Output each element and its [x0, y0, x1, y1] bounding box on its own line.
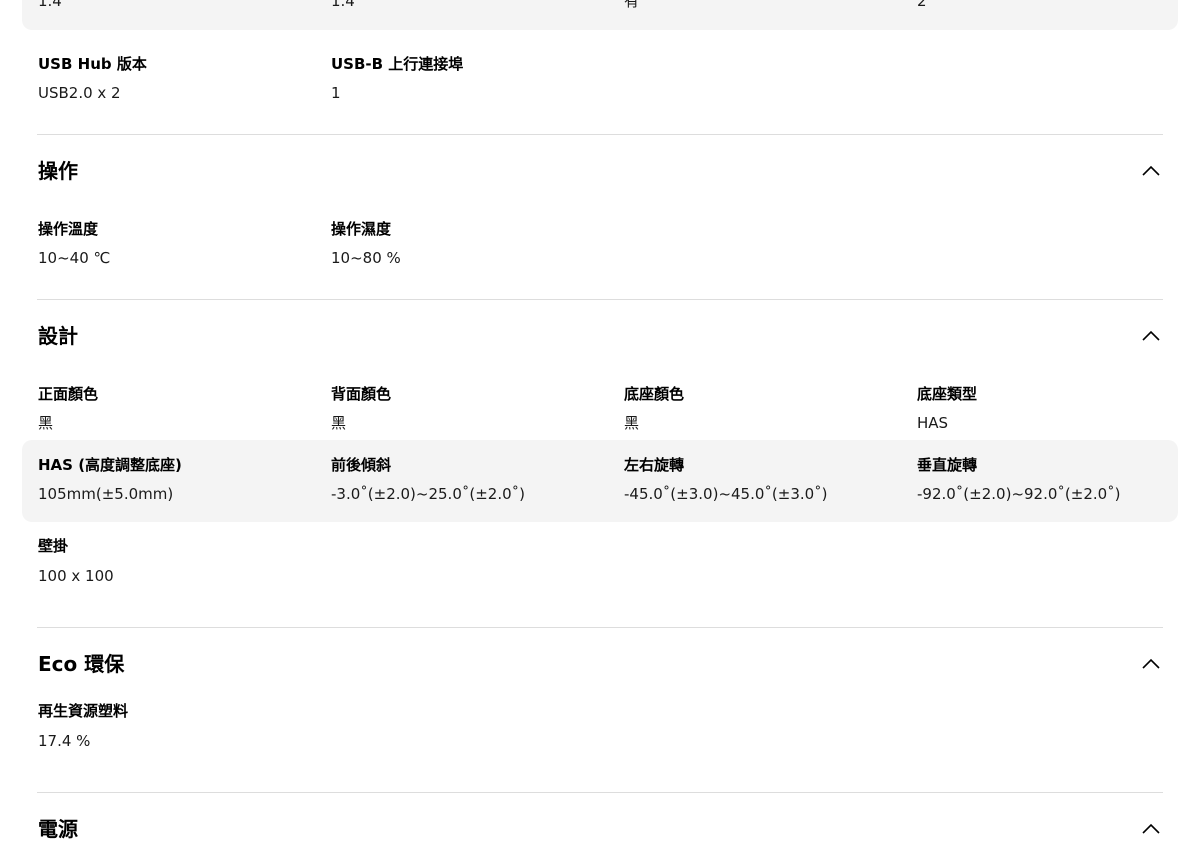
spec-row-design-adjust: HAS (高度調整底座) 105mm(±5.0mm) 前後傾斜 -3.0˚(±2… [22, 440, 1178, 522]
spec-value: 1 [331, 84, 341, 102]
section-title-design: 設計 [38, 324, 78, 348]
spec-row-eco: 再生資源塑料 17.4 % [22, 688, 1178, 770]
spec-value: 1.4 [331, 0, 355, 10]
spec-label: 再生資源塑料 [38, 702, 129, 720]
spec-value: 105mm(±5.0mm) [38, 485, 174, 503]
spec-value: 1.4 [38, 0, 62, 10]
chevron-up-icon[interactable] [1137, 815, 1165, 843]
spec-value: 10~40 ℃ [38, 249, 111, 267]
spec-row-design-wall: 壁掛 100 x 100 [22, 522, 1178, 604]
spec-label: 操作濕度 [331, 220, 392, 238]
spec-value: 10~80 % [331, 249, 401, 267]
spec-value: USB2.0 x 2 [38, 84, 121, 102]
section-divider [37, 627, 1163, 628]
spec-value: HAS [917, 414, 949, 432]
spec-value: 黑 [331, 414, 347, 432]
section-divider [37, 299, 1163, 300]
spec-label: 左右旋轉 [624, 456, 685, 474]
spec-label: 操作溫度 [38, 220, 99, 238]
section-divider [37, 134, 1163, 135]
spec-value: 黑 [38, 414, 54, 432]
spec-label: 壁掛 [38, 537, 69, 555]
chevron-up-icon[interactable] [1137, 157, 1165, 185]
spec-value: 黑 [624, 414, 640, 432]
spec-label: HAS (高度調整底座) [38, 456, 182, 474]
spec-row-usb: USB Hub 版本 USB2.0 x 2 USB-B 上行連接埠 1 [22, 40, 1178, 122]
spec-value: 有 [624, 0, 640, 10]
spec-label: 底座類型 [917, 385, 978, 403]
spec-value: 2 [917, 0, 927, 10]
spec-value: 100 x 100 [38, 567, 114, 585]
spec-label: 垂直旋轉 [917, 456, 978, 474]
spec-label: 背面顏色 [331, 385, 392, 403]
section-title-operation: 操作 [38, 159, 78, 183]
spec-label: 前後傾斜 [331, 456, 392, 474]
spec-label: 底座顏色 [624, 385, 685, 403]
section-title-power: 電源 [38, 817, 78, 841]
spec-row-operation: 操作溫度 10~40 ℃ 操作濕度 10~80 % [22, 205, 1178, 287]
spec-row-top: 1.4 1.4 有 2 [22, 0, 1178, 30]
spec-label: USB-B 上行連接埠 [331, 55, 464, 73]
spec-label: USB Hub 版本 [38, 55, 147, 73]
chevron-up-icon[interactable] [1137, 650, 1165, 678]
spec-value: 17.4 % [38, 732, 91, 750]
spec-value: -3.0˚(±2.0)~25.0˚(±2.0˚) [331, 485, 525, 503]
section-divider [37, 792, 1163, 793]
spec-value: -45.0˚(±3.0)~45.0˚(±3.0˚) [624, 485, 828, 503]
spec-value: -92.0˚(±2.0)~92.0˚(±2.0˚) [917, 485, 1121, 503]
chevron-up-icon[interactable] [1137, 322, 1165, 350]
spec-label: 正面顏色 [38, 385, 99, 403]
section-title-eco: Eco 環保 [38, 652, 125, 676]
